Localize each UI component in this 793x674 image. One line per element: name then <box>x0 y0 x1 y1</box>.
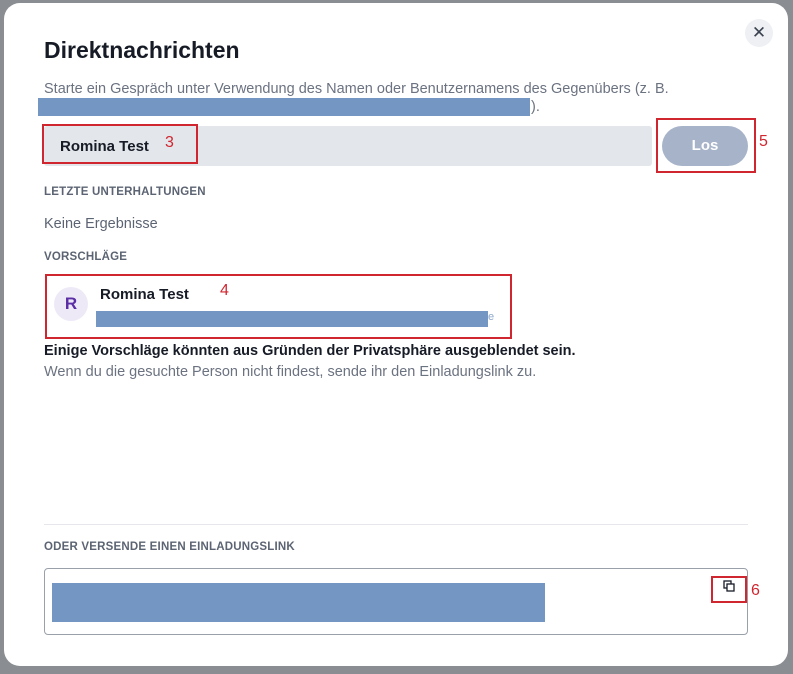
dialog-description: Starte ein Gespräch unter Verwendung des… <box>44 81 669 97</box>
invite-link-box[interactable] <box>44 568 748 635</box>
invite-hint: Wenn du die gesuchte Person nicht findes… <box>44 364 537 380</box>
invite-link-heading: ODER VERSENDE EINEN EINLADUNGSLINK <box>44 541 295 553</box>
dialog-title: Direktnachrichten <box>44 37 240 63</box>
annotation-box-3 <box>42 124 198 164</box>
close-icon: ✕ <box>751 23 767 42</box>
annotation-box-5 <box>656 118 756 173</box>
redacted-invite-link <box>52 583 545 622</box>
no-results-text: Keine Ergebnisse <box>44 216 158 232</box>
annotation-box-6 <box>711 576 747 603</box>
description-tail: ). <box>531 99 540 115</box>
annotation-label-4: 4 <box>220 282 229 299</box>
suggestions-heading: VORSCHLÄGE <box>44 251 128 263</box>
annotation-box-4 <box>45 274 512 339</box>
annotation-label-6: 6 <box>751 582 760 599</box>
recent-conversations-heading: LETZTE UNTERHALTUNGEN <box>44 186 206 198</box>
annotation-label-5: 5 <box>759 133 768 150</box>
privacy-note: Einige Vorschläge könnten aus Gründen de… <box>44 343 576 359</box>
annotation-label-3: 3 <box>165 134 174 151</box>
redacted-example <box>38 98 530 116</box>
section-divider <box>44 524 748 525</box>
close-button[interactable]: ✕ <box>745 19 773 47</box>
